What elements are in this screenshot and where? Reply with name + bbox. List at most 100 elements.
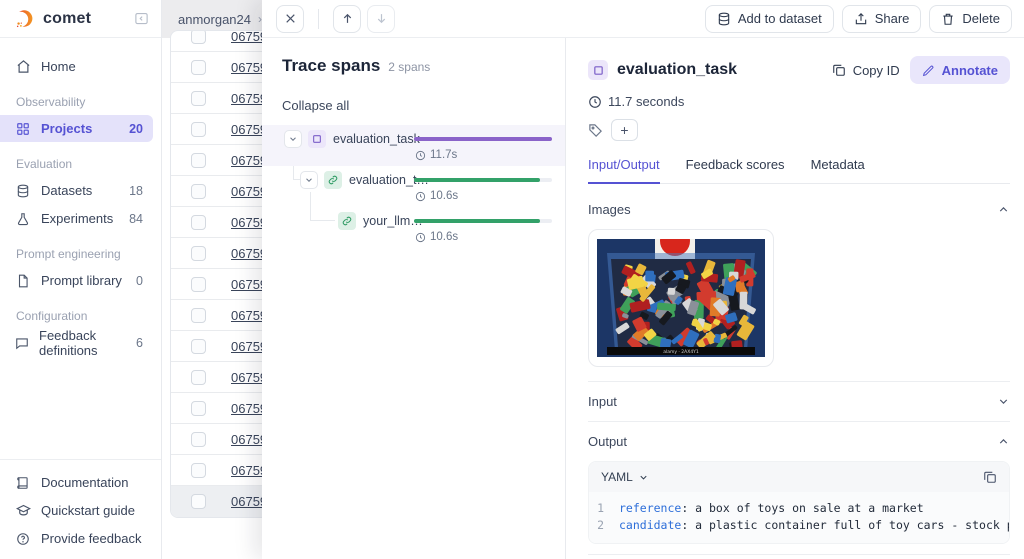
attachment-image-card[interactable]: alamy · 2AX4Y1 [588,229,774,367]
row-checkbox[interactable] [191,432,206,447]
help-bubble-icon [15,531,31,547]
annotate-button[interactable]: Annotate [910,56,1010,84]
tags-row: + [588,119,1010,141]
breadcrumb-root[interactable]: anmorgan24 [178,12,251,27]
prev-trace-arrow-up-icon[interactable] [333,5,361,33]
row-checkbox[interactable] [191,339,206,354]
span-duration: 11.7s [415,149,457,161]
sidebar-item-feedback-definitions[interactable]: Feedback definitions 6 [0,329,153,356]
next-trace-arrow-down-icon[interactable] [367,5,395,33]
feedback-definitions-count: 6 [136,336,143,350]
row-checkbox[interactable] [191,60,206,75]
sidebar-item-experiments[interactable]: Experiments 84 [0,205,153,232]
copy-id-button[interactable]: Copy ID [832,63,900,78]
sidebar-item-prompt-library[interactable]: Prompt library 0 [0,267,153,294]
row-checkbox[interactable] [191,246,206,261]
format-select[interactable]: YAML [601,470,649,484]
images-section-header[interactable]: Images [588,202,1010,217]
span-bar-track [414,219,552,223]
row-checkbox[interactable] [191,463,206,478]
sidebar-section-prompt-engineering: Prompt engineering [0,233,161,266]
input-section-header[interactable]: Input [588,394,1010,409]
span-duration-bar [414,178,540,182]
row-checkbox[interactable] [191,277,206,292]
sidebar-item-home[interactable]: Home [0,53,153,80]
sidebar: comet Home Observability Projects 20 Eva… [0,0,162,559]
sidebar-item-documentation[interactable]: Documentation [0,469,153,496]
section-divider [588,381,1010,382]
sidebar-footer: Documentation Quickstart guide Provide f… [0,459,161,553]
copy-output-icon[interactable] [983,470,997,484]
delete-button[interactable]: Delete [929,5,1012,33]
logo-text: comet [43,10,91,28]
row-checkbox[interactable] [191,494,206,509]
experiments-count: 84 [129,212,143,226]
collapse-all-link[interactable]: Collapse all [262,76,565,113]
close-icon[interactable] [276,5,304,33]
row-checkbox[interactable] [191,30,206,44]
chevron-up-icon[interactable] [997,435,1010,448]
code-line: 1reference: a box of toys on sale at a m… [589,500,1009,517]
span-row-grandchild[interactable]: your_llm_a... 10.6s [262,207,565,248]
add-tag-button[interactable]: + [611,119,638,141]
row-checkbox[interactable] [191,401,206,416]
tab-input-output[interactable]: Input/Output [588,157,660,184]
sidebar-item-label: Provide feedback [41,531,141,546]
chevron-down-icon[interactable] [284,130,302,148]
output-section-header[interactable]: Output [588,434,1010,449]
row-checkbox[interactable] [191,122,206,137]
sheet-header: Add to dataset Share Delete [262,0,1024,38]
add-to-dataset-button[interactable]: Add to dataset [705,5,834,33]
book-icon [15,475,31,491]
chevron-down-icon[interactable] [997,395,1010,408]
trace-detail-sheet: Add to dataset Share Delete [262,0,1024,559]
span-duration-bar [414,219,540,223]
trace-spans-panel: Trace spans 2 spans Collapse all [262,38,566,559]
span-bar-track [414,178,552,182]
input-section-label: Input [588,394,617,409]
share-icon [854,12,868,26]
chevron-down-icon[interactable] [300,171,318,189]
chat-icon [15,335,29,351]
datasets-count: 18 [129,184,143,198]
toy-box-image: alamy · 2AX4Y1 [597,239,765,357]
section-divider [588,421,1010,422]
sidebar-item-label: Datasets [41,183,92,198]
span-row-child[interactable]: evaluation_task 10.6s [262,166,565,207]
row-checkbox[interactable] [191,91,206,106]
sidebar-item-quickstart-guide[interactable]: Quickstart guide [0,497,153,524]
tab-metadata[interactable]: Metadata [811,157,865,183]
flask-icon [15,211,31,227]
span-link-icon [338,212,356,230]
tab-feedback-scores[interactable]: Feedback scores [686,157,785,183]
span-row-trace[interactable]: evaluation_task 11.7s [262,125,565,166]
trace-spans-title: Trace spans [282,56,380,76]
sidebar-section-configuration: Configuration [0,295,161,328]
images-section-label: Images [588,202,631,217]
pencil-icon [922,64,935,77]
row-checkbox[interactable] [191,153,206,168]
output-yaml-block: YAML 1reference: a box of toys on sale a… [588,461,1010,544]
graduation-cap-icon [15,503,31,519]
code-line: 2candidate: a plastic container full of … [589,517,1009,534]
row-checkbox[interactable] [191,370,206,385]
trace-type-icon [308,130,326,148]
sidebar-item-projects[interactable]: Projects 20 [0,115,153,142]
image-watermark-caption: alamy · 2AX4Y1 [663,349,699,355]
sidebar-item-provide-feedback[interactable]: Provide feedback [0,525,153,552]
sidebar-item-label: Documentation [41,475,128,490]
sidebar-item-label: Projects [41,121,92,136]
chevron-up-icon[interactable] [997,203,1010,216]
span-total-duration: 11.7 seconds [588,94,1010,109]
sidebar-item-datasets[interactable]: Datasets 18 [0,177,153,204]
share-button[interactable]: Share [842,5,922,33]
row-checkbox[interactable] [191,308,206,323]
copy-icon [832,63,846,77]
row-checkbox[interactable] [191,184,206,199]
row-checkbox[interactable] [191,215,206,230]
sidebar-collapse-icon[interactable] [134,11,149,26]
detail-tabs: Input/Output Feedback scores Metadata [588,157,1010,184]
logo-row: comet [0,0,161,38]
sidebar-item-label: Home [41,59,76,74]
database-icon [15,183,31,199]
